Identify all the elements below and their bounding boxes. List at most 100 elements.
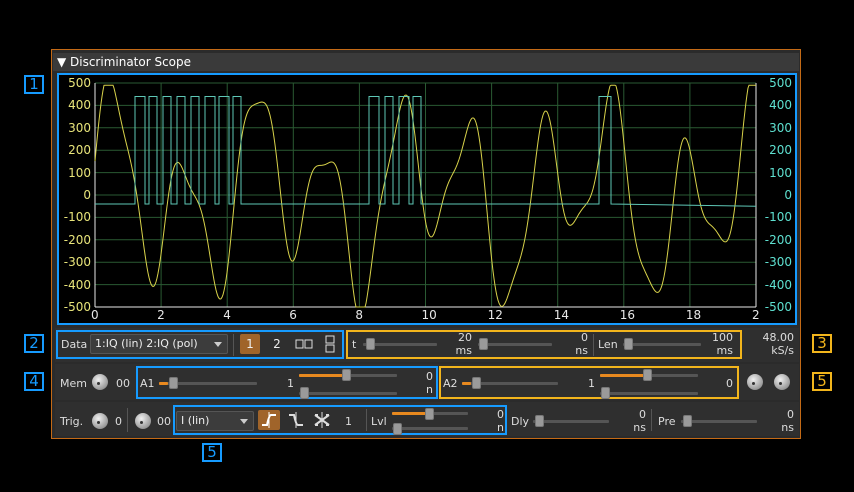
trig-negative-edge-icon[interactable]: [285, 410, 307, 430]
t-label: t: [352, 338, 357, 351]
pre-value: 0: [787, 408, 794, 421]
pre-unit: ns: [781, 421, 794, 434]
lvl-fine-track[interactable]: [392, 427, 468, 430]
chevron-down-icon: [240, 419, 248, 424]
trig-mem-dial[interactable]: [135, 413, 151, 429]
a1-slider-fill: [159, 382, 169, 385]
left-tick-label: -500: [63, 300, 91, 314]
a2-offset-coarse-handle[interactable]: [643, 369, 652, 381]
x-tick-label: 18: [685, 308, 702, 322]
pre-label: Pre: [658, 415, 676, 428]
mem-label: Mem: [60, 377, 87, 390]
scope-plot: [94, 82, 757, 308]
separator: [593, 334, 594, 356]
data-combo[interactable]: 1:IQ (lin) 2:IQ (pol): [90, 334, 228, 354]
trig-label: Trig.: [60, 415, 84, 428]
x-tick-label: 12: [487, 308, 503, 322]
left-tick-label: -100: [63, 210, 91, 225]
callout-5-right: 5: [812, 372, 832, 391]
separator: [233, 334, 234, 356]
trace-color-dial[interactable]: [747, 374, 763, 390]
len-label: Len: [598, 338, 618, 351]
collapse-triangle-icon[interactable]: ▼: [57, 53, 66, 71]
x-tick-label: 16: [619, 308, 636, 322]
right-tick-label: -200: [764, 232, 792, 247]
lvl-coarse-handle[interactable]: [425, 408, 434, 420]
a1-offset-fine-track[interactable]: [299, 392, 397, 395]
trig-mode-combo[interactable]: I (lin): [176, 411, 254, 431]
lvl-value: 0: [497, 408, 504, 421]
lvl-label: Lvl: [371, 415, 387, 428]
trig-dial[interactable]: [92, 413, 108, 429]
dly-unit: ns: [633, 421, 646, 434]
trig-both-edges-icon[interactable]: [311, 410, 333, 430]
a2-offset-fine-track[interactable]: [600, 392, 698, 395]
trig-mem-value: 00: [157, 415, 171, 428]
trace1-button[interactable]: 1: [240, 334, 260, 354]
right-tick-label: 500: [769, 76, 792, 90]
a2-value: 1: [588, 377, 595, 390]
right-tick-label: 200: [769, 143, 792, 158]
data-combo-value: 1:IQ (lin) 2:IQ (pol): [95, 337, 198, 350]
right-tick-label: 400: [769, 98, 792, 113]
dly-value: 0: [639, 408, 646, 421]
a1-offset-coarse-handle[interactable]: [342, 369, 351, 381]
trace-intensity-dial[interactable]: [774, 374, 790, 390]
lvl-fine-handle[interactable]: [393, 423, 402, 435]
a1-offset-unit: n: [426, 383, 433, 396]
a1-slider-handle[interactable]: [169, 377, 178, 389]
scope-display[interactable]: [57, 73, 797, 325]
a1-offset-value: 0: [426, 370, 433, 383]
dly-slider-track[interactable]: [533, 420, 609, 423]
right-tick-label: 0: [784, 188, 792, 202]
callout-2: 2: [24, 334, 44, 353]
separator: [366, 409, 367, 431]
a2-slider-fill: [462, 382, 472, 385]
x-tick-label: 2: [157, 308, 165, 322]
callout-5-bottom: 5: [202, 443, 222, 462]
left-tick-label: 500: [68, 76, 91, 90]
right-tick-label: -300: [764, 255, 792, 270]
sample-rate-unit: kS/s: [771, 344, 794, 357]
a2-offset-coarse-fill: [600, 374, 648, 377]
x-tick-label: 6: [289, 308, 297, 322]
a2-slider-handle[interactable]: [472, 377, 481, 389]
right-tick-label: -500: [764, 300, 792, 314]
dly-slider-handle[interactable]: [535, 415, 544, 427]
right-tick-label: 300: [769, 120, 792, 135]
stacked-icon[interactable]: [322, 334, 338, 354]
t-fine-unit: ns: [575, 344, 588, 357]
t-value: 20: [458, 331, 472, 344]
data-label: Data: [61, 338, 88, 351]
len-slider-track[interactable]: [623, 343, 701, 346]
callout-4: 4: [24, 372, 44, 391]
len-value: 100: [712, 331, 733, 344]
x-tick-label: 2: [752, 308, 760, 322]
t-fine-slider-handle[interactable]: [479, 338, 488, 350]
panel-titlebar[interactable]: ▼ Discriminator Scope: [53, 53, 799, 71]
t-fine-slider-track[interactable]: [478, 343, 552, 346]
mem-dial[interactable]: [92, 374, 108, 390]
x-tick-label: 10: [421, 308, 437, 322]
left-tick-label: 200: [68, 143, 91, 158]
panel-title: Discriminator Scope: [70, 55, 192, 69]
side-by-side-icon[interactable]: [294, 334, 314, 354]
a1-offset-fine-handle[interactable]: [300, 387, 309, 399]
trig-count: 1: [345, 415, 352, 428]
a1-label: A1: [140, 377, 155, 390]
trig-positive-edge-button[interactable]: [258, 410, 280, 430]
chevron-down-icon: [214, 342, 222, 347]
right-tick-label: -100: [764, 210, 792, 225]
pre-slider-handle[interactable]: [683, 415, 692, 427]
left-tick-label: 100: [68, 165, 91, 180]
a2-offset-fine-handle[interactable]: [601, 387, 610, 399]
left-tick-label: 400: [68, 98, 91, 113]
dly-label: Dly: [511, 415, 530, 428]
left-tick-label: 300: [68, 120, 91, 135]
trace2-button[interactable]: 2: [267, 334, 287, 354]
left-tick-label: -300: [63, 255, 91, 270]
t-slider-handle[interactable]: [366, 338, 375, 350]
len-slider-handle[interactable]: [624, 338, 633, 350]
callout-3: 3: [812, 334, 832, 353]
pre-slider-track[interactable]: [681, 420, 757, 423]
